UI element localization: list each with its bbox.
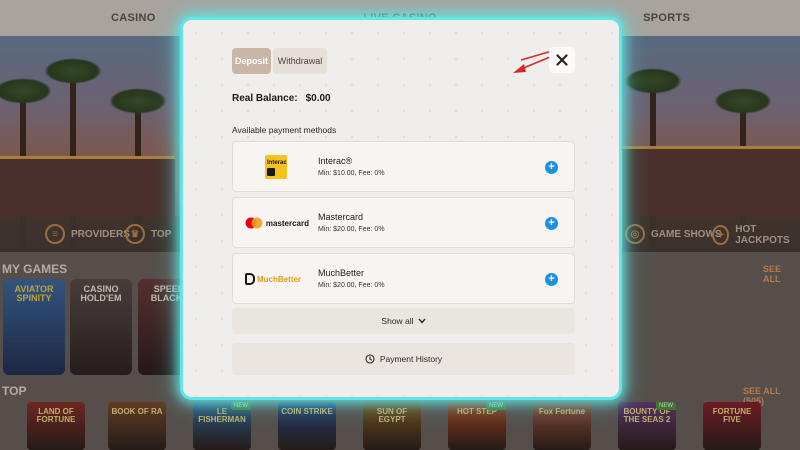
add-method-button[interactable]: + [545, 161, 558, 174]
payment-method-muchbetter[interactable]: MuchBetter MuchBetter Min: $20.00, Fee: … [232, 253, 575, 304]
balance-label: Real Balance: [232, 93, 298, 104]
close-icon [556, 54, 568, 66]
balance-value: $0.00 [305, 93, 331, 104]
method-fee: Min: $20.00, Fee: 0% [318, 226, 385, 233]
real-balance: Real Balance: $0.00 [232, 93, 331, 104]
method-fee: Min: $20.00, Fee: 0% [318, 282, 385, 289]
method-fee: Min: $10.00, Fee: 0% [318, 170, 385, 177]
payment-tabs: Deposit Withdrawal [232, 48, 327, 74]
close-button[interactable] [549, 47, 575, 73]
method-name: Interac® [318, 156, 353, 166]
method-name: MuchBetter [318, 268, 365, 278]
chevron-down-icon [418, 318, 426, 324]
mastercard-wordmark: mastercard [265, 218, 309, 228]
payment-history-button[interactable]: Payment History [232, 343, 575, 375]
payment-method-interac[interactable]: Interac Interac® Min: $10.00, Fee: 0% + [232, 141, 575, 192]
history-icon [365, 354, 375, 364]
mastercard-circles-icon [245, 217, 263, 229]
payment-history-label: Payment History [379, 354, 443, 364]
method-name: Mastercard [318, 212, 364, 222]
payment-method-mastercard[interactable]: mastercard Mastercard Min: $20.00, Fee: … [232, 197, 575, 248]
add-method-button[interactable]: + [545, 273, 558, 286]
payment-modal: Deposit Withdrawal Real Balance: $0.00 A… [180, 17, 622, 400]
show-all-label: Show all [381, 316, 414, 326]
muchbetter-logo: MuchBetter [243, 266, 309, 292]
tab-deposit[interactable]: Deposit [232, 48, 271, 74]
tab-withdrawal[interactable]: Withdrawal [273, 48, 327, 74]
muchbetter-mark-icon [245, 273, 255, 285]
mastercard-logo: mastercard [243, 210, 309, 236]
add-method-button[interactable]: + [545, 217, 558, 230]
payment-methods-title: Available payment methods [232, 125, 337, 135]
show-all-button[interactable]: Show all [232, 308, 575, 334]
interac-logo: Interac [243, 154, 309, 180]
muchbetter-wordmark: MuchBetter [257, 274, 302, 284]
